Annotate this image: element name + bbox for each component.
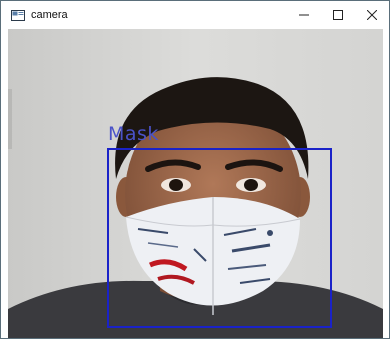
detection-bounding-box [107,148,332,328]
camera-window: camera Mask [0,0,390,339]
close-icon [367,10,377,20]
maximize-button[interactable] [321,1,355,29]
detection-label: Mask [108,123,159,145]
title-bar[interactable]: camera [1,1,389,29]
minimize-button[interactable] [287,1,321,29]
close-button[interactable] [355,1,389,29]
camera-frame: Mask [8,29,383,338]
app-window-icon [11,9,25,21]
maximize-icon [333,10,343,20]
window-controls [287,1,389,29]
minimize-icon [299,14,309,16]
window-title: camera [31,9,68,21]
